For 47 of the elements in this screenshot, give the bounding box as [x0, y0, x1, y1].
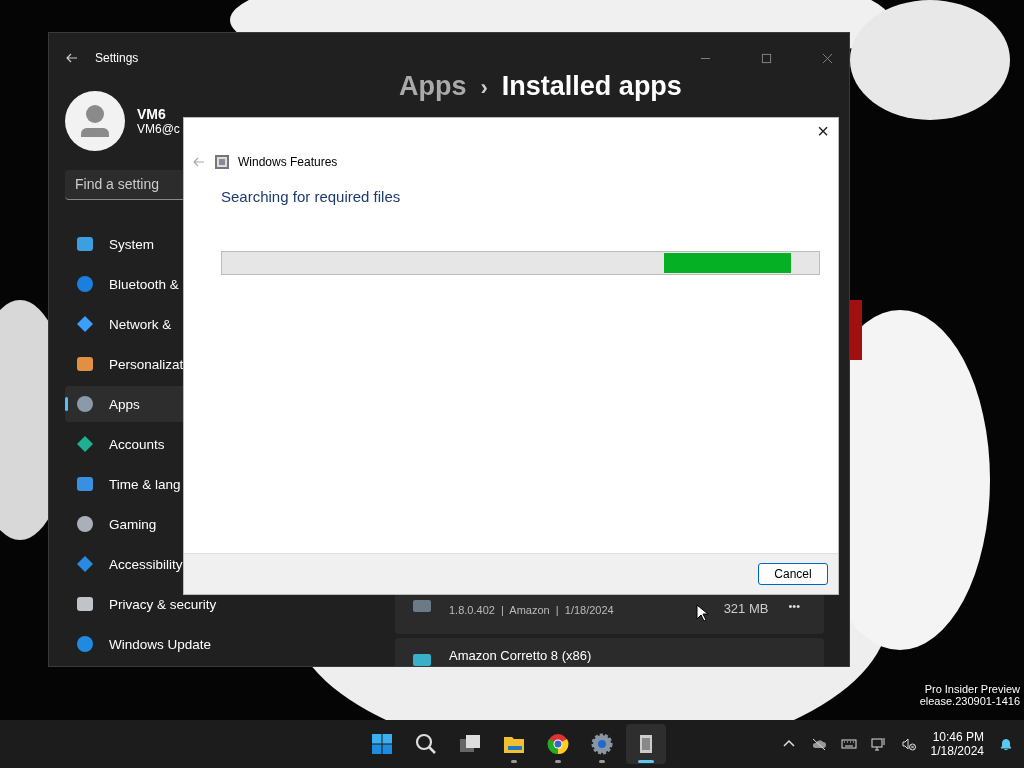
watermark-text: Pro Insider Preview: [924, 683, 1020, 695]
cancel-button[interactable]: Cancel: [758, 563, 828, 585]
close-button[interactable]: ×: [808, 118, 838, 144]
breadcrumb-separator: ›: [480, 75, 488, 101]
avatar-icon: [65, 91, 125, 152]
browser-icon: [546, 732, 570, 756]
category-icon: [75, 594, 95, 614]
window-title: Settings: [95, 51, 139, 65]
volume-muted-icon[interactable]: [900, 736, 917, 752]
keyboard-icon[interactable]: [840, 736, 857, 752]
category-icon: [75, 434, 95, 454]
category-icon: [75, 634, 95, 654]
features-icon: [214, 154, 230, 170]
app-row[interactable]: Amazon Corretto 8 (x86): [395, 638, 824, 666]
app-name: Amazon Corretto 8 (x86): [449, 648, 592, 663]
clock-time[interactable]: 10:46 PM: [932, 730, 984, 744]
bell-icon[interactable]: [998, 736, 1014, 752]
category-icon: [75, 474, 95, 494]
more-button[interactable]: •••: [784, 596, 804, 616]
clock-date[interactable]: 1/18/2024: [930, 744, 984, 758]
maximize-icon[interactable]: [761, 52, 772, 64]
nav-item[interactable]: Windows Update: [65, 626, 385, 662]
category-icon: [75, 274, 95, 294]
taskbar-button[interactable]: [626, 724, 666, 764]
app-details: 1.8.0.402 | Amazon | 1/18/2024: [449, 604, 614, 616]
status-heading: Searching for required files: [221, 188, 402, 205]
network-icon[interactable]: [870, 736, 887, 752]
windows-logo-icon: [370, 732, 394, 756]
cursor-icon: [696, 604, 708, 622]
app-size: 321 MB: [723, 601, 769, 616]
category-icon: [75, 354, 95, 374]
category-icon: [75, 234, 95, 254]
close-icon[interactable]: [822, 52, 833, 64]
user-email: VM6@c: [137, 122, 180, 137]
category-icon: [75, 394, 95, 414]
category-icon: [75, 314, 95, 334]
page-title: Installed apps: [501, 71, 682, 102]
watermark-text: elease.230901-1416: [919, 695, 1020, 707]
back-arrow-icon[interactable]: [65, 51, 79, 65]
dialog-title: Windows Features: [238, 155, 338, 169]
gear-icon: [590, 732, 614, 756]
category-icon: [75, 554, 95, 574]
cloud-icon[interactable]: [810, 736, 827, 752]
search-icon: [414, 732, 438, 756]
user-name: VM6: [137, 106, 167, 123]
category-icon: [75, 514, 95, 534]
breadcrumb-parent[interactable]: Apps: [399, 71, 467, 102]
